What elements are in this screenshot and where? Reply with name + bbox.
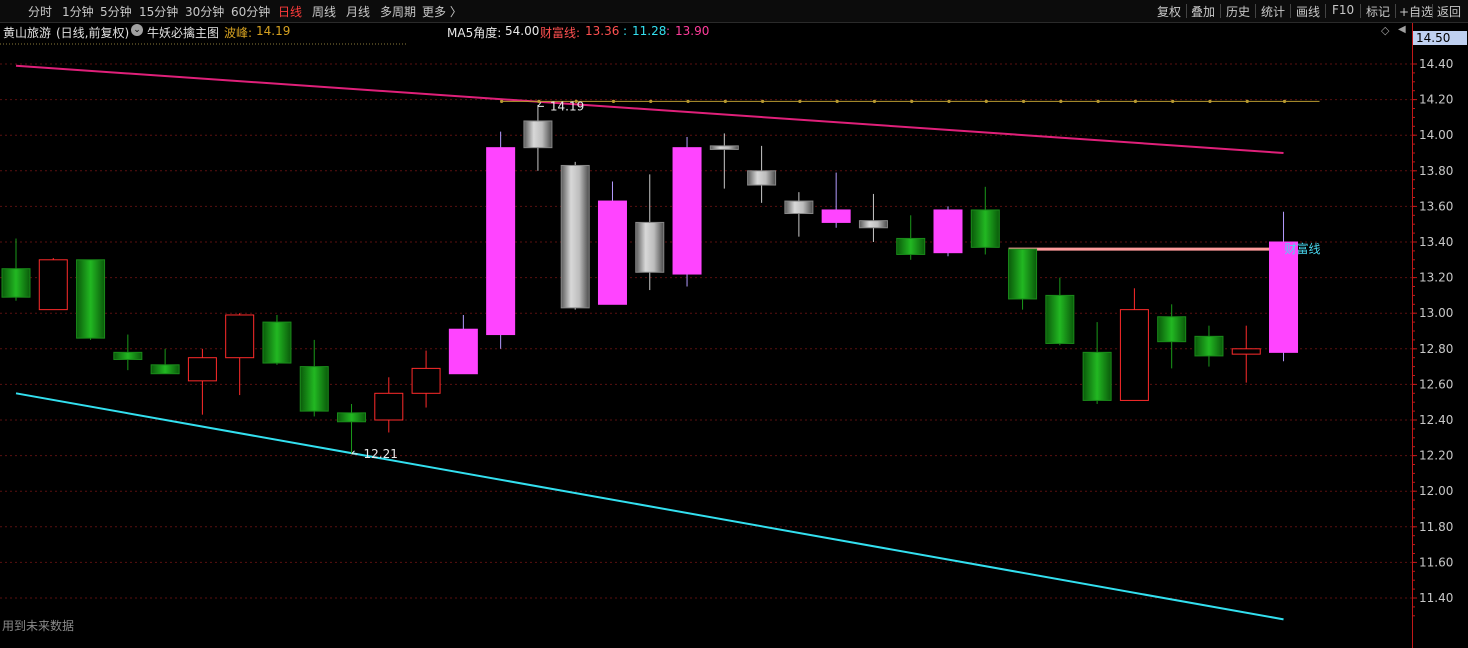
candle-body	[1008, 248, 1038, 300]
candle-body	[709, 145, 739, 150]
peak-line-dot	[910, 99, 914, 103]
axis-tick-label: 12.40	[1419, 413, 1453, 427]
axis-tick-label: 11.80	[1419, 520, 1453, 534]
axis-tick-label: 14.00	[1419, 128, 1453, 142]
candle-body	[448, 328, 478, 375]
candle-body	[1269, 241, 1299, 353]
candle-body	[262, 321, 292, 364]
candle-body	[523, 120, 553, 149]
peak-line-dot	[984, 99, 988, 103]
peak-line-dot	[500, 99, 504, 103]
peak-line-dot	[537, 99, 541, 103]
axis-tick-label: 11.60	[1419, 555, 1453, 569]
candle-body	[747, 170, 777, 186]
axis-tick-label: 13.00	[1419, 306, 1453, 320]
low-arrow-icon	[351, 450, 358, 455]
current-price-label: 14.50	[1416, 31, 1450, 45]
peak-line-dot	[835, 99, 839, 103]
candle-body	[784, 200, 814, 215]
candle-body	[821, 209, 851, 223]
axis-tick-label: 14.20	[1419, 93, 1453, 107]
candle-body	[933, 209, 963, 254]
candle-body	[113, 351, 143, 360]
candle-body	[1082, 351, 1112, 401]
candle-body	[225, 314, 255, 359]
peak-line-dot	[723, 99, 727, 103]
low-price-label: 12.21	[364, 447, 398, 461]
peak-line-dot	[761, 99, 765, 103]
candle-body	[150, 364, 180, 375]
candles	[1, 104, 1299, 454]
grid-lines	[0, 43, 1412, 599]
candle-body	[560, 164, 590, 309]
upper-trend-line	[15, 64, 1284, 154]
axis-tick-label: 13.40	[1419, 235, 1453, 249]
peak-line-dot	[1171, 99, 1175, 103]
wealth-line-tag: 财富线	[1285, 241, 1321, 256]
axis-tick-label: 14.40	[1419, 57, 1453, 71]
candle-body	[970, 209, 1000, 248]
peak-line-dot	[1133, 99, 1137, 103]
axis-tick-label: 13.20	[1419, 271, 1453, 285]
peak-line-dot	[649, 99, 653, 103]
axis-tick-label: 12.80	[1419, 342, 1453, 356]
toolbar-divider	[1432, 4, 1433, 18]
axis-tick-label: 13.80	[1419, 164, 1453, 178]
candle-body	[486, 147, 516, 336]
axis-tick-label: 13.60	[1419, 199, 1453, 213]
axis-tick-label: 12.20	[1419, 449, 1453, 463]
candle-body	[1157, 316, 1187, 343]
candle-body	[1, 268, 31, 298]
candle-body	[411, 367, 441, 394]
peak-line-dot	[1245, 99, 1249, 103]
candle-body	[858, 220, 888, 229]
axis-ticks: 14.40 14.20 14.00 13.80 13.60 13.40 13.20 13.00…	[1412, 57, 1453, 617]
candle-body	[1194, 335, 1224, 357]
candle-body	[896, 237, 926, 255]
candle-body	[597, 200, 627, 305]
peak-line-dot	[1021, 99, 1026, 103]
peak-line-dot	[798, 99, 802, 103]
candle-body	[187, 357, 217, 382]
back-button[interactable]: 返回	[1437, 3, 1461, 20]
high-price-label: 14.19	[550, 99, 584, 113]
peak-line-dot	[611, 99, 616, 103]
future-data-note: 用到未来数据	[2, 619, 75, 633]
candlestick-chart[interactable]: 14.19 12.21 财富线	[0, 0, 1412, 648]
peak-line-dot	[1096, 99, 1100, 103]
axis-tick-label: 12.00	[1419, 484, 1453, 498]
peak-line-dot	[1059, 99, 1063, 103]
peak-line-dot	[947, 99, 951, 103]
axis-tick-label: 11.40	[1419, 591, 1453, 605]
peak-line-dot	[686, 99, 690, 103]
candle-body	[1045, 294, 1075, 344]
peak-line-dot	[1282, 99, 1287, 103]
candle-body	[299, 366, 329, 412]
peak-line-dot	[872, 99, 877, 103]
candle-body	[672, 147, 702, 275]
candle-body	[374, 392, 404, 421]
peak-line-dot	[1208, 99, 1212, 103]
candle-body	[635, 221, 665, 273]
candle-body	[76, 259, 106, 339]
candle-body	[337, 412, 367, 423]
price-axis: 14.50 14.40 14.20 14.00 13.80 13.60 13.40 13.2…	[1412, 23, 1467, 648]
candle-body	[38, 259, 68, 311]
candle-body	[1231, 348, 1261, 355]
candle-body	[1119, 309, 1149, 401]
lower-trend-line	[15, 392, 1284, 621]
axis-tick-label: 12.60	[1419, 377, 1453, 391]
